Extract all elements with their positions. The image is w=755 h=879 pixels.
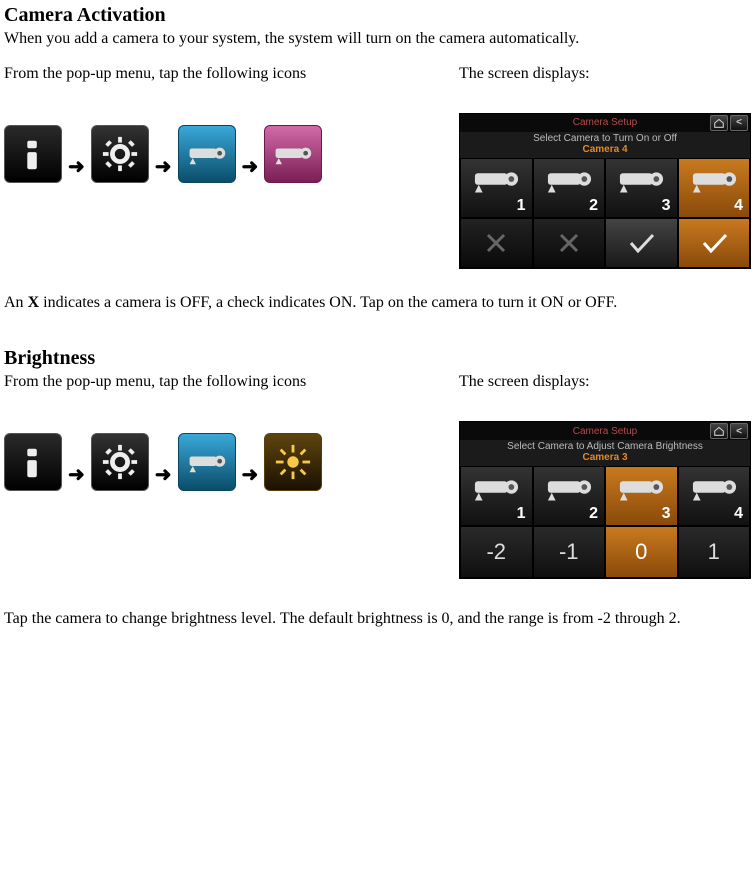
camera-tile-2[interactable]: 2 (533, 158, 606, 218)
camera-on-indicator[interactable] (678, 218, 751, 268)
info-icon[interactable] (4, 433, 62, 491)
camera-tile-1[interactable]: 1 (460, 466, 533, 526)
arrow-icon: ➜ (155, 154, 172, 179)
brightness-level[interactable]: -2 (460, 526, 533, 578)
camera-activation-icon[interactable] (264, 125, 322, 183)
popup-instruction: From the pop-up menu, tap the following … (4, 372, 459, 393)
camera-tile-3[interactable]: 3 (605, 158, 678, 218)
camera-tile-4[interactable]: 4 (678, 158, 751, 218)
gear-icon[interactable] (91, 433, 149, 491)
arrow-icon: ➜ (68, 154, 85, 179)
gear-icon[interactable] (91, 125, 149, 183)
popup-instruction: From the pop-up menu, tap the following … (4, 64, 459, 85)
screen-displays-label: The screen displays: (459, 64, 751, 85)
info-icon[interactable] (4, 125, 62, 183)
selected-camera-label: Camera 4 (460, 144, 750, 158)
brightness-level[interactable]: 1 (678, 526, 751, 578)
camera-off-indicator[interactable] (460, 218, 533, 268)
camera-setup-icon[interactable] (178, 433, 236, 491)
camera-off-indicator[interactable] (533, 218, 606, 268)
intro-text: When you add a camera to your system, th… (4, 29, 751, 50)
brightness-level[interactable]: 0 (605, 526, 678, 578)
arrow-icon: ➜ (242, 154, 259, 179)
icon-sequence-brightness: ➜ ➜ ➜ (4, 433, 459, 491)
home-icon[interactable] (710, 115, 728, 131)
selected-camera-label: Camera 3 (460, 452, 750, 466)
screen-title: Camera Setup (573, 426, 637, 437)
brightness-screen: Camera Setup < Select Camera to Adjust C… (459, 421, 751, 579)
screen-displays-label: The screen displays: (459, 372, 751, 393)
brightness-note: Tap the camera to change brightness leve… (4, 609, 751, 630)
back-icon[interactable]: < (730, 423, 748, 439)
home-icon[interactable] (710, 423, 728, 439)
camera-tile-4[interactable]: 4 (678, 466, 751, 526)
brightness-icon[interactable] (264, 433, 322, 491)
heading-camera-activation: Camera Activation (4, 4, 751, 27)
arrow-icon: ➜ (242, 462, 259, 487)
brightness-level[interactable]: -1 (533, 526, 606, 578)
camera-on-indicator[interactable] (605, 218, 678, 268)
camera-setup-icon[interactable] (178, 125, 236, 183)
activation-note: An X indicates a camera is OFF, a check … (4, 293, 751, 314)
camera-tile-1[interactable]: 1 (460, 158, 533, 218)
arrow-icon: ➜ (155, 462, 172, 487)
screen-title: Camera Setup (573, 117, 637, 128)
screen-subtitle: Select Camera to Turn On or Off (460, 132, 750, 144)
camera-tile-3[interactable]: 3 (605, 466, 678, 526)
icon-sequence-activation: ➜ ➜ ➜ (4, 125, 459, 183)
heading-brightness: Brightness (4, 347, 751, 370)
camera-tile-2[interactable]: 2 (533, 466, 606, 526)
screen-subtitle: Select Camera to Adjust Camera Brightnes… (460, 440, 750, 452)
arrow-icon: ➜ (68, 462, 85, 487)
activation-screen: Camera Setup < Select Camera to Turn On … (459, 113, 751, 269)
back-icon[interactable]: < (730, 115, 748, 131)
